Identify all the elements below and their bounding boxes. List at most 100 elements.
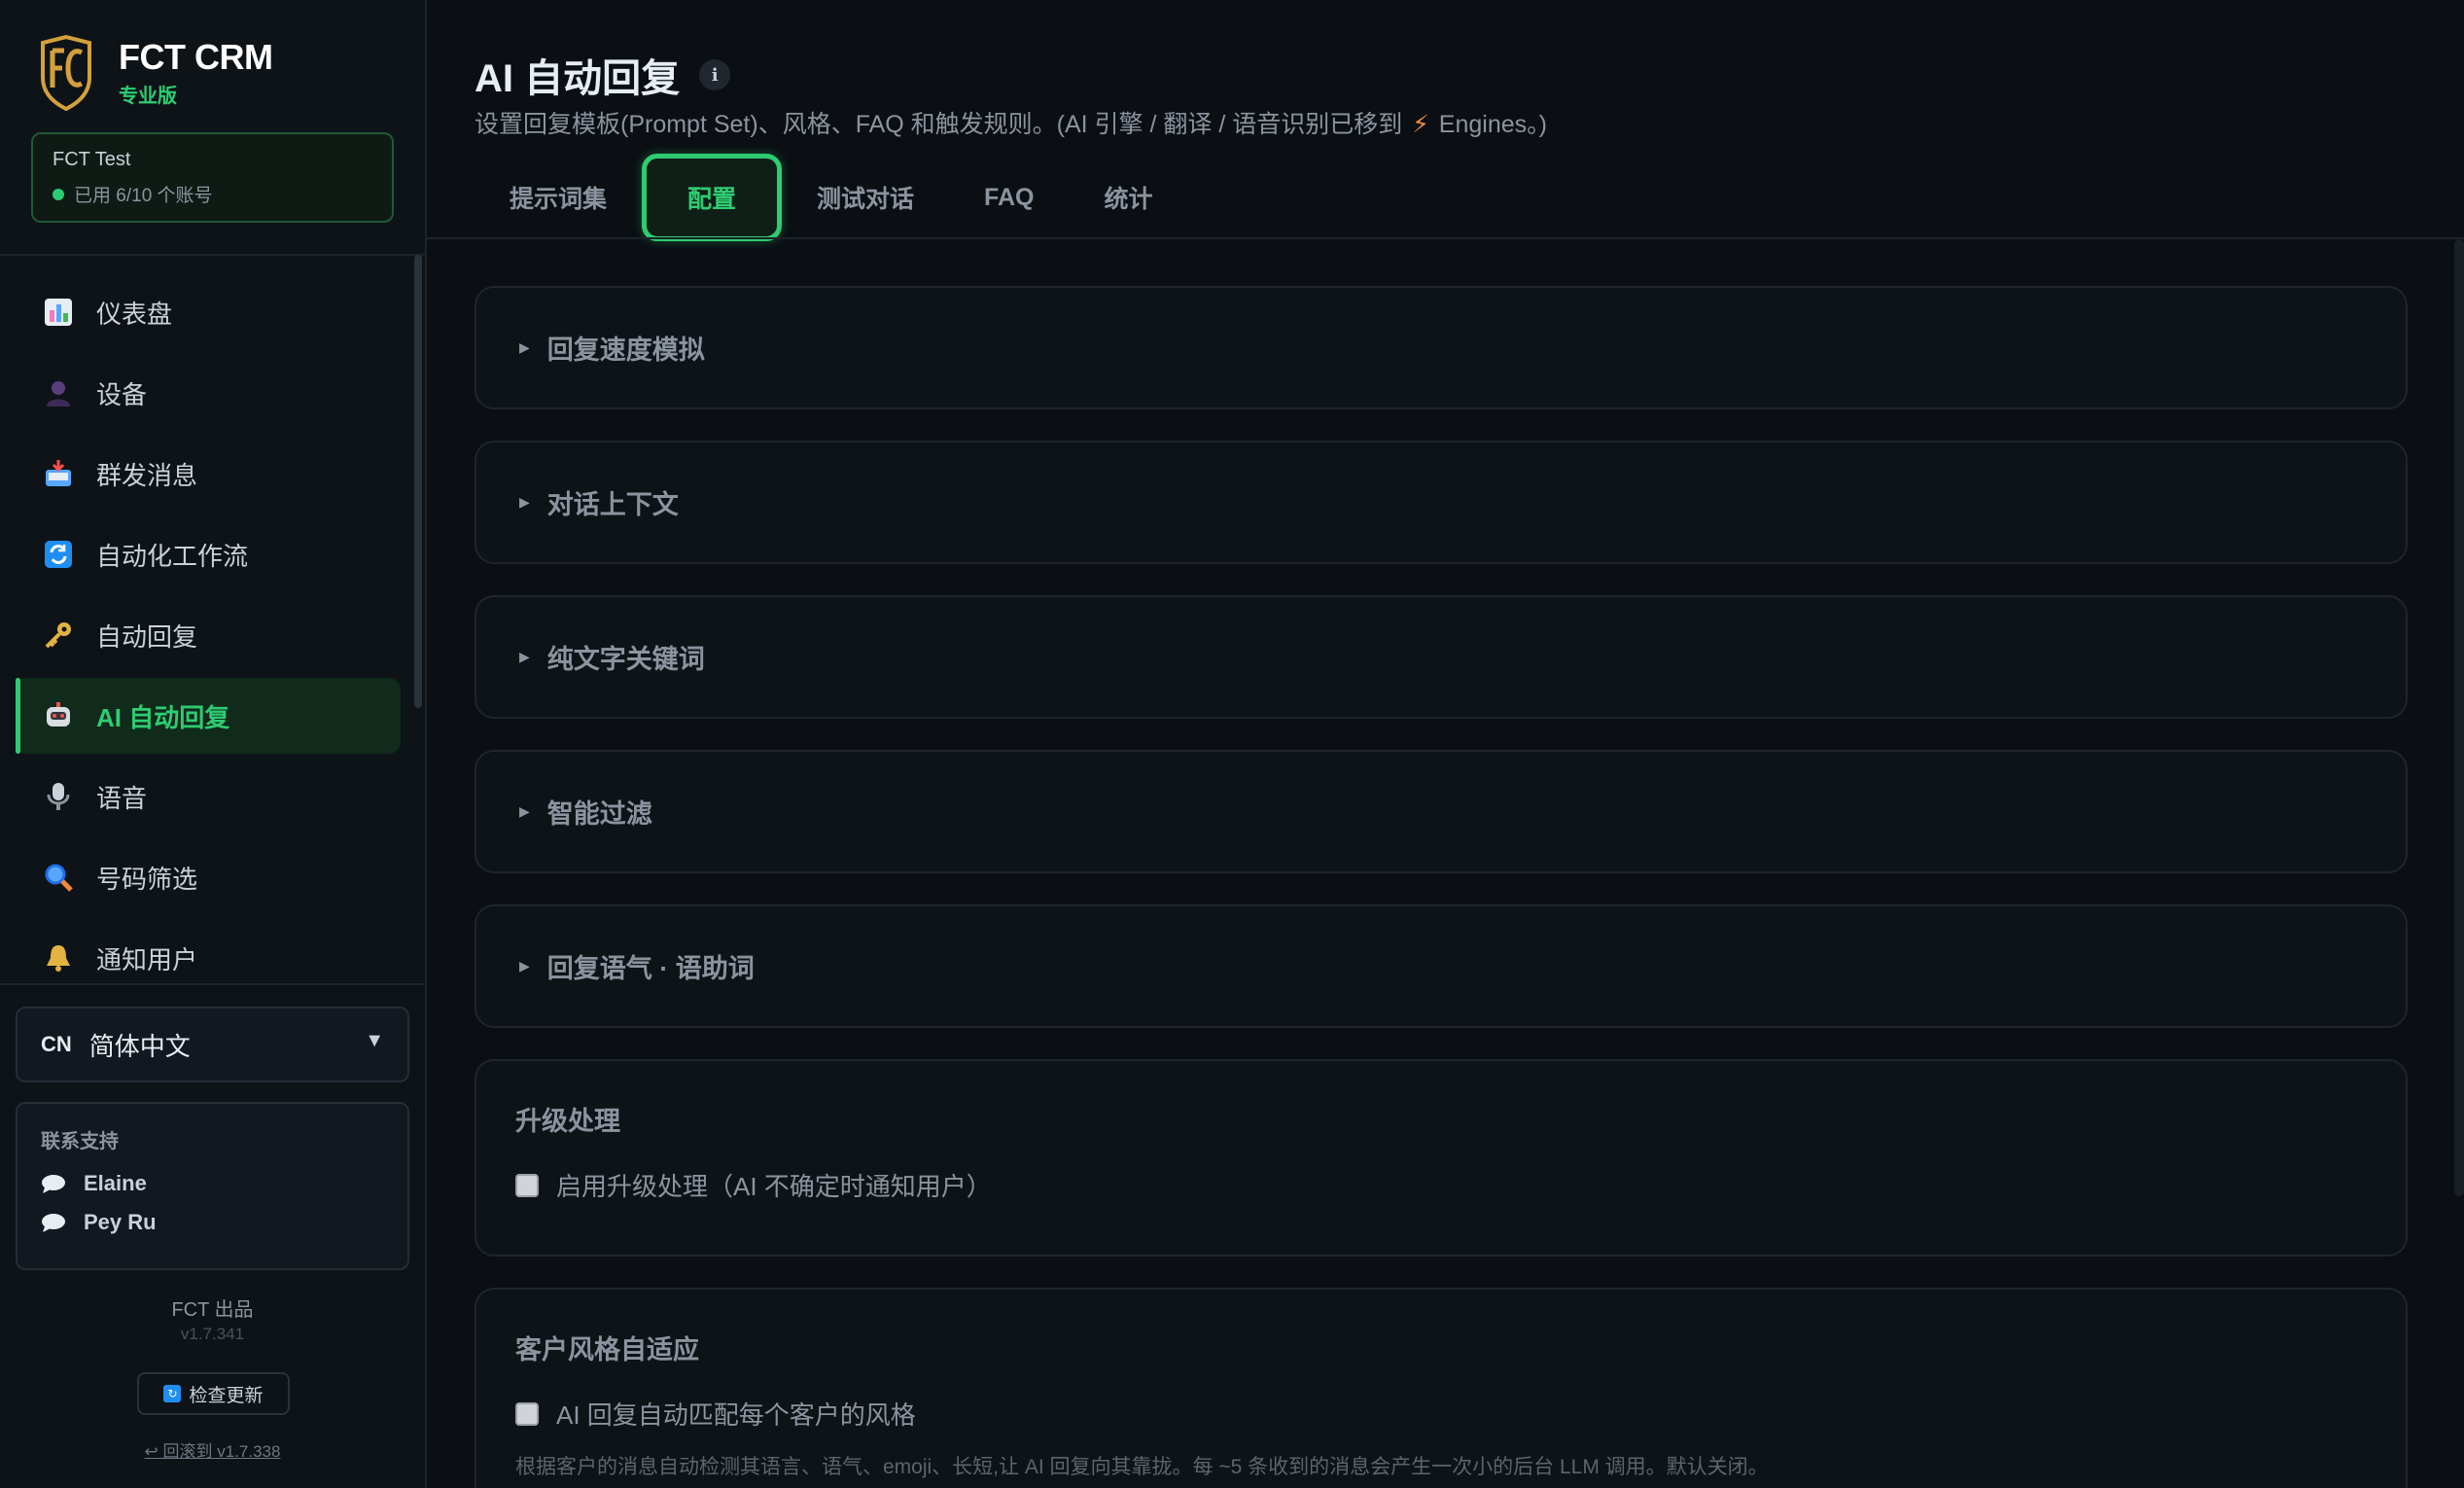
chevron-down-icon: ▼ bbox=[365, 1030, 384, 1051]
brand-plan: 专业版 bbox=[119, 86, 177, 108]
section-title: 客户风格自适应 bbox=[515, 1335, 699, 1364]
section-reply-speed[interactable]: ▶ 回复速度模拟 bbox=[475, 286, 2408, 409]
tab-stats[interactable]: 统计 bbox=[1069, 158, 1187, 237]
page-title-text: AI 自动回复 bbox=[475, 57, 681, 100]
support-title: 联系支持 bbox=[41, 1131, 119, 1152]
inbox-icon bbox=[42, 457, 75, 490]
sidebar-item-auto-reply[interactable]: 自动回复 bbox=[16, 597, 401, 673]
tab-faq[interactable]: FAQ bbox=[949, 158, 1069, 237]
key-icon bbox=[42, 619, 75, 652]
language-label: 简体中文 bbox=[88, 1031, 191, 1061]
sidebar-item-label: 群发消息 bbox=[96, 460, 198, 490]
sidebar-item-label: 仪表盘 bbox=[96, 299, 173, 329]
check-update-label: 检查更新 bbox=[189, 1385, 264, 1406]
magnifier-icon bbox=[42, 861, 75, 894]
bell-icon bbox=[42, 941, 75, 974]
language-select[interactable]: CN 简体中文 ▼ bbox=[16, 1007, 409, 1082]
caret-right-icon: ▶ bbox=[519, 339, 530, 355]
support-contact-pey-ru[interactable]: Pey Ru bbox=[41, 1210, 384, 1235]
section-conversation-context[interactable]: ▶ 对话上下文 bbox=[475, 441, 2408, 564]
sidebar-item-notify-users[interactable]: 通知用户 bbox=[16, 920, 401, 982]
bar-chart-icon bbox=[42, 296, 75, 329]
org-usage: 已用 6/10 个账号 bbox=[53, 181, 372, 207]
section-title: 回复速度模拟 bbox=[546, 336, 705, 365]
support-contact-name: Pey Ru bbox=[84, 1210, 157, 1234]
sidebar-scrollbar[interactable] bbox=[414, 255, 422, 708]
section-reply-tone[interactable]: ▶ 回复语气 · 语助词 bbox=[475, 904, 2408, 1028]
tab-test-chat[interactable]: 测试对话 bbox=[782, 158, 949, 237]
caret-right-icon: ▶ bbox=[519, 494, 530, 510]
caret-right-icon: ▶ bbox=[519, 649, 530, 664]
section-title: 回复语气 · 语助词 bbox=[546, 954, 755, 983]
section-title: 纯文字关键词 bbox=[546, 645, 705, 674]
caret-right-icon: ▶ bbox=[519, 803, 530, 819]
org-card[interactable]: FCT Test 已用 6/10 个账号 bbox=[31, 132, 394, 223]
style-adapt-checkbox-row[interactable]: AI 回复自动匹配每个客户的风格 bbox=[515, 1396, 2367, 1432]
brand[interactable]: FCT CRM 专业版 bbox=[39, 35, 273, 111]
org-name: FCT Test bbox=[53, 149, 131, 170]
sidebar-nav: 仪表盘 设备 群发消息 自动化工作流 自动回复 AI 自动回复 语音 号码筛选 … bbox=[16, 274, 401, 982]
sidebar-item-workflow[interactable]: 自动化工作流 bbox=[16, 516, 401, 592]
support-card: 联系支持 Elaine Pey Ru bbox=[16, 1102, 409, 1270]
sidebar-item-label: 号码筛选 bbox=[96, 864, 198, 894]
status-dot-icon bbox=[53, 188, 64, 200]
divider bbox=[427, 237, 2464, 239]
sidebar-item-label: 自动化工作流 bbox=[96, 541, 249, 571]
divider bbox=[0, 983, 425, 985]
page-subtitle-engines: Engines。) bbox=[1438, 111, 1547, 138]
tab-prompt-sets[interactable]: 提示词集 bbox=[475, 158, 642, 237]
tab-config[interactable]: 配置 bbox=[642, 154, 783, 241]
section-text-keywords[interactable]: ▶ 纯文字关键词 bbox=[475, 595, 2408, 719]
refresh-icon bbox=[42, 538, 75, 571]
version-text: v1.7.341 bbox=[180, 1325, 245, 1343]
style-adapt-checkbox-label: AI 回复自动匹配每个客户的风格 bbox=[556, 1400, 916, 1430]
support-contact-elaine[interactable]: Elaine bbox=[41, 1171, 384, 1196]
escalation-checkbox-label: 启用升级处理（AI 不确定时通知用户） bbox=[556, 1172, 992, 1201]
language-code: CN bbox=[41, 1032, 72, 1056]
sidebar-item-label: 设备 bbox=[96, 379, 148, 409]
divider bbox=[0, 254, 425, 256]
rollback-link[interactable]: ↩ 回滚到 v1.7.338 bbox=[0, 1437, 425, 1462]
section-escalation: 升级处理 启用升级处理（AI 不确定时通知用户） bbox=[475, 1059, 2408, 1257]
sidebar-item-dashboard[interactable]: 仪表盘 bbox=[16, 274, 401, 350]
sidebar: FCT CRM 专业版 FCT Test 已用 6/10 个账号 仪表盘 设备 … bbox=[0, 0, 427, 1488]
credit-text: FCT 出品 bbox=[171, 1299, 254, 1321]
caret-right-icon: ▶ bbox=[519, 958, 530, 974]
sidebar-item-label: 语音 bbox=[96, 783, 148, 813]
page-subtitle-text: 设置回复模板(Prompt Set)、风格、FAQ 和触发规则。(AI 引擎 /… bbox=[475, 111, 1403, 138]
info-icon[interactable]: i bbox=[699, 59, 731, 90]
section-title: 对话上下文 bbox=[546, 490, 679, 519]
section-style-adapt: 客户风格自适应 AI 回复自动匹配每个客户的风格 根据客户的消息自动检测其语言、… bbox=[475, 1288, 2408, 1488]
microphone-icon bbox=[42, 780, 75, 813]
sidebar-item-voice[interactable]: 语音 bbox=[16, 759, 401, 834]
section-smart-filter[interactable]: ▶ 智能过滤 bbox=[475, 750, 2408, 873]
tab-bar: 提示词集 配置 测试对话 FAQ 统计 bbox=[475, 154, 1187, 241]
sidebar-item-label: 通知用户 bbox=[96, 944, 198, 974]
main-scrollbar[interactable] bbox=[2454, 239, 2464, 1196]
style-adapt-checkbox[interactable] bbox=[515, 1401, 539, 1426]
page-subtitle: 设置回复模板(Prompt Set)、风格、FAQ 和触发规则。(AI 引擎 /… bbox=[475, 105, 1547, 140]
sidebar-item-devices[interactable]: 设备 bbox=[16, 355, 401, 431]
lightning-icon: ⚡ bbox=[1412, 111, 1429, 138]
sidebar-item-label: 自动回复 bbox=[96, 621, 198, 652]
chat-bubble-icon bbox=[42, 1175, 65, 1193]
sidebar-item-number-filter[interactable]: 号码筛选 bbox=[16, 839, 401, 915]
escalation-checkbox[interactable] bbox=[515, 1173, 539, 1197]
chat-bubble-icon bbox=[42, 1214, 65, 1232]
support-contact-name: Elaine bbox=[84, 1171, 147, 1195]
style-adapt-description: 根据客户的消息自动检测其语言、语气、emoji、长短,让 AI 回复向其靠拢。每… bbox=[515, 1456, 1769, 1478]
brand-name: FCT CRM bbox=[119, 36, 273, 77]
user-icon bbox=[42, 376, 75, 409]
brand-logo-icon bbox=[41, 35, 91, 111]
sidebar-item-broadcast[interactable]: 群发消息 bbox=[16, 436, 401, 512]
sidebar-item-label: AI 自动回复 bbox=[96, 702, 230, 732]
main-content: AI 自动回复 i 设置回复模板(Prompt Set)、风格、FAQ 和触发规… bbox=[427, 0, 2464, 1488]
org-usage-text: 已用 6/10 个账号 bbox=[74, 186, 213, 206]
section-title: 智能过滤 bbox=[546, 799, 652, 829]
check-update-button[interactable]: ↻ 检查更新 bbox=[137, 1372, 290, 1415]
robot-icon bbox=[42, 699, 75, 732]
refresh-icon: ↻ bbox=[163, 1385, 182, 1402]
page-title: AI 自动回复 i bbox=[475, 47, 731, 103]
sidebar-item-ai-auto-reply[interactable]: AI 自动回复 bbox=[16, 678, 401, 754]
escalation-checkbox-row[interactable]: 启用升级处理（AI 不确定时通知用户） bbox=[515, 1167, 2367, 1203]
